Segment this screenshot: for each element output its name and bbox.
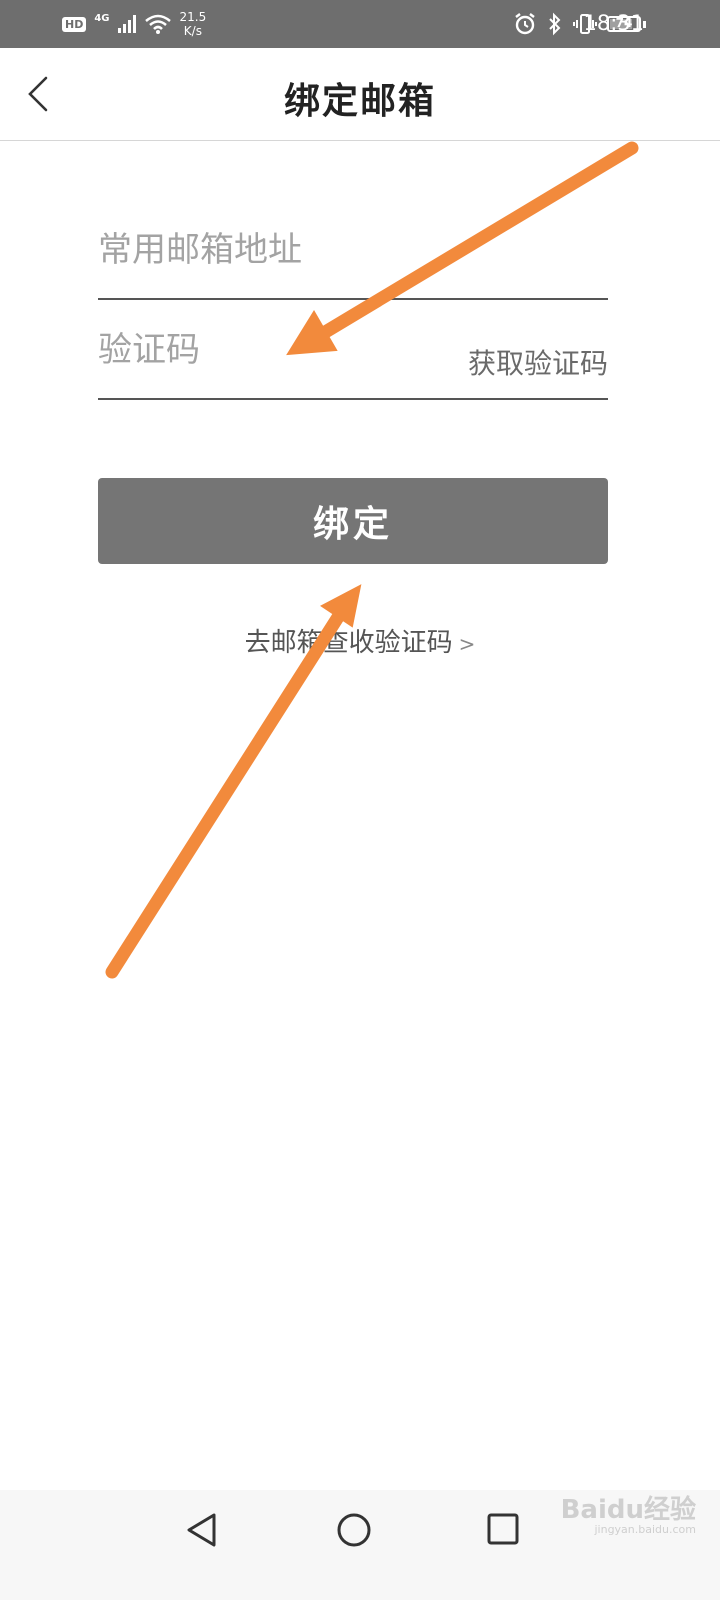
get-code-button[interactable]: 获取验证码 [468, 342, 608, 382]
bluetooth-icon [549, 12, 561, 36]
goto-mailbox-label: 去邮箱查收验证码 [244, 628, 453, 658]
signal-icon [117, 15, 136, 33]
status-left: HD 4G 21.5 K/s [62, 0, 206, 48]
nav-recents-icon[interactable] [486, 1512, 520, 1546]
network-type: 4G [94, 12, 110, 24]
speed-value: 21.5 [179, 10, 207, 24]
network-speed: 21.5 K/s [180, 10, 207, 38]
page-title: 绑定邮箱 [283, 80, 436, 122]
bind-button[interactable]: 绑定 [98, 478, 608, 564]
nav-home-icon[interactable] [335, 1511, 373, 1549]
chevron-right-icon: > [458, 632, 476, 656]
email-input[interactable] [98, 230, 608, 270]
hd-badge: HD [62, 16, 87, 32]
nav-back-icon[interactable] [184, 1512, 220, 1548]
wifi-icon [144, 14, 171, 34]
alarm-icon [515, 13, 535, 35]
watermark-domain: jingyan.baidu.com [594, 1523, 696, 1536]
speed-unit: K/s [183, 24, 202, 38]
verification-code-field: 获取验证码 [98, 330, 608, 400]
baidu-watermark: Baidu经验 jingyan.baidu.com [561, 1496, 696, 1536]
email-field [98, 230, 608, 300]
app-header: 绑定邮箱 [0, 48, 720, 141]
goto-mailbox-link[interactable]: 去邮箱查收验证码 > [0, 622, 720, 659]
verification-code-input[interactable] [98, 330, 428, 370]
watermark-brand: Baidu经验 [560, 1495, 696, 1525]
status-bar: HD 4G 21.5 K/s 74 18:31 [0, 0, 720, 48]
clock-time: 18:31 [583, 11, 644, 35]
